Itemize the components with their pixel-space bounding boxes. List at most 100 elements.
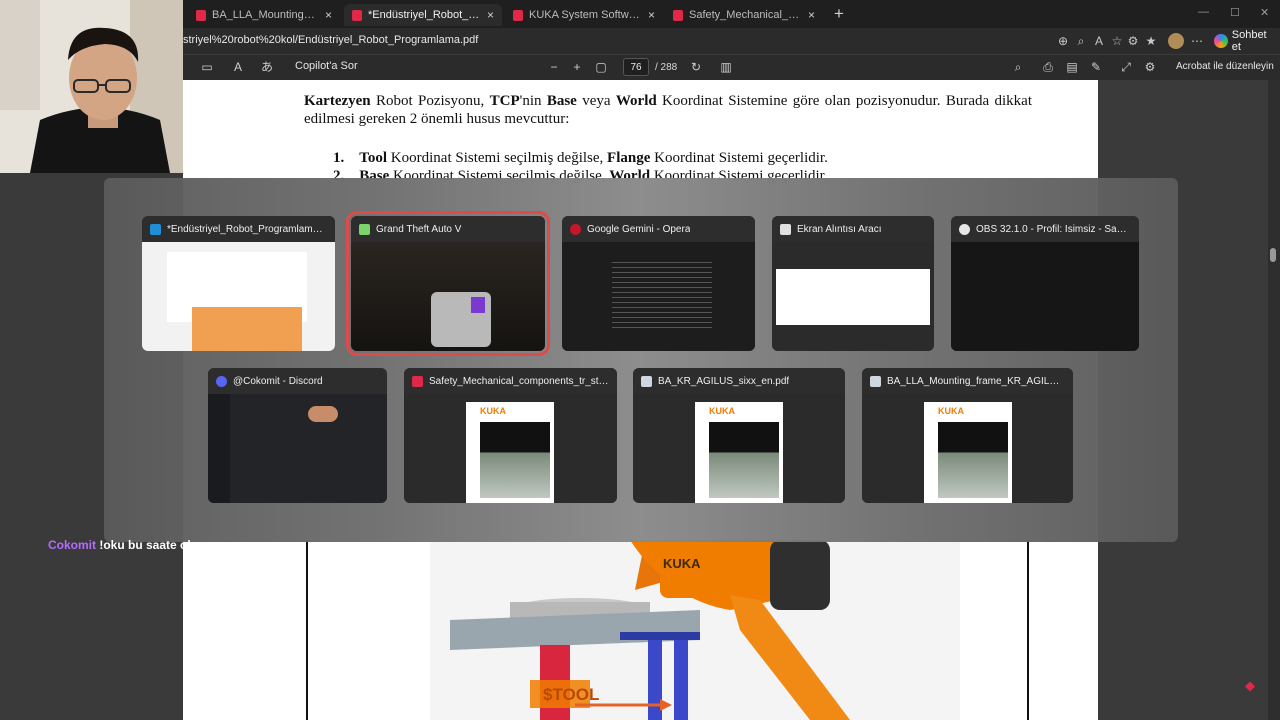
read-aloud-icon[interactable]: A [1090,32,1108,50]
read-aloud-icon[interactable]: A [229,58,247,76]
window-title: BA_KR_AGILUS_sixx_en.pdf [658,375,790,387]
window-thumbnail [772,242,934,351]
close-icon[interactable]: × [325,8,332,22]
chat-text: !oku bu saate olmaz [96,538,215,552]
zoom-in-icon[interactable]: + [568,58,586,76]
window-card-opera[interactable]: Google Gemini - Opera [562,216,755,351]
close-icon[interactable]: × [808,8,815,22]
close-icon[interactable]: × [648,8,655,22]
text-run: veya [576,93,616,109]
list-item: 1. Tool Koordinat Sistemi seçilmiş değil… [333,150,828,167]
copilot-button[interactable]: Sohbet et [1214,29,1278,53]
pdf-icon [673,9,683,21]
search-icon[interactable]: ⌕ [1009,58,1027,76]
close-icon[interactable]: × [487,8,494,22]
thumb-page: KUKA [466,402,554,503]
rotate-icon[interactable]: ↻ [687,58,705,76]
window-thumbnail [562,242,755,351]
thumb-page [776,269,930,325]
window-title: Grand Theft Auto V [376,223,462,235]
url-field[interactable]: striyel%20robot%20kol/Endüstriyel_Robot_… [183,34,478,46]
print-icon[interactable]: ⎙ [1039,58,1057,76]
ask-copilot-button[interactable]: Copilot'a Sor [295,60,358,72]
pdf-icon [412,375,423,387]
gta-icon [359,223,370,235]
tab-label: BA_LLA_Mounting_frame_KR_AGILUS [212,9,319,21]
zoom-icon[interactable]: ⌕ [1072,32,1090,50]
close-window-icon[interactable]: ✕ [1260,6,1269,19]
window-card-obs[interactable]: OBS 32.1.0 - Profil: İsimsiz - Sahneler:… [951,216,1139,351]
bold-term: Flange [607,150,651,166]
kuka-logo: KUKA [938,406,964,416]
page-total: / 288 [655,62,678,73]
text-run: Koordinat Sistemi geçerlidir. [650,150,828,166]
webcam-overlay [0,0,183,173]
window-card-header: Grand Theft Auto V [351,216,545,242]
more-icon[interactable]: ⋯ [1188,32,1206,50]
bold-term: Kartezyen [304,93,371,109]
edge-icon [150,223,161,235]
thumb-text [612,262,712,332]
window-card-snipping[interactable]: Ekran Alıntısı Aracı [772,216,934,351]
window-card-header: Google Gemini - Opera [562,216,755,242]
tab-ba-lla-mounting[interactable]: BA_LLA_Mounting_frame_KR_AGILUS × [188,4,340,26]
window-title: OBS 32.1.0 - Profil: İsimsiz - Sahneler:… [976,223,1131,235]
window-card-discord[interactable]: @Cokomit - Discord [208,368,387,503]
tab-label: *Endüstriyel_Robot_Programlama.p [368,9,481,21]
pdf-icon [641,375,652,387]
window-thumbnail: KUKA [862,394,1073,503]
edit-icon[interactable]: ✎ [1087,58,1105,76]
fit-page-icon[interactable]: ▢ [592,58,610,76]
translate-icon[interactable]: あ [258,58,276,76]
save-icon[interactable]: ▤ [1063,58,1081,76]
window-card-agilus-pdf[interactable]: BA_KR_AGILUS_sixx_en.pdf KUKA [633,368,845,503]
fullscreen-icon[interactable]: ⤢ [1117,58,1135,76]
avatar[interactable] [1168,33,1184,49]
acrobat-edit-button[interactable]: Acrobat ile düzenleyin [1176,61,1274,72]
kuka-robot-illustration: KUKA $TOOL [430,540,960,720]
minimize-icon[interactable]: — [1198,6,1209,18]
new-tab-button[interactable]: + [828,4,850,24]
window-title: BA_LLA_Mounting_frame_KR_AGILUS_fivve_si… [887,375,1065,387]
window-thumbnail [951,242,1139,351]
streamer-portrait [0,0,183,173]
zoom-out-icon[interactable]: − [545,58,563,76]
tab-label: Safety_Mechanical_components_tr [689,9,802,21]
chat-message: Cokomit !oku bu saate olmaz [48,538,214,552]
chat-username: Cokomit [48,538,96,552]
extensions-icon[interactable]: ⚙ [1124,32,1142,50]
maximize-icon[interactable]: ☐ [1230,6,1240,19]
copilot-icon [1214,34,1228,48]
window-card-header: Ekran Alıntısı Aracı [772,216,934,242]
favorites-icon[interactable]: ★ [1142,32,1160,50]
settings-icon[interactable]: ⚙ [1141,58,1159,76]
window-card-safety-pdf[interactable]: Safety_Mechanical_components_tr_standart… [404,368,617,503]
pdf-icon [870,375,881,387]
scrollbar[interactable] [1268,80,1280,720]
tab-endustriyel-robot[interactable]: *Endüstriyel_Robot_Programlama.p × [344,4,502,26]
page-number-input[interactable]: 76 [623,58,649,76]
translate-icon[interactable]: ⊕ [1054,32,1072,50]
window-title: @Cokomit - Discord [233,375,323,387]
window-thumbnail: KUKA [404,394,617,503]
tab-safety-mechanical[interactable]: Safety_Mechanical_components_tr × [665,4,823,26]
sidebar-icon[interactable]: ▭ [198,58,216,76]
scrollbar-thumb[interactable] [1270,248,1276,262]
window-card-gta[interactable]: Grand Theft Auto V [346,211,550,356]
tab-kuka-system-software[interactable]: KUKA System Software türkçe döküm × [505,4,663,26]
tool-label: $TOOL [543,685,599,704]
page-view-icon[interactable]: ▥ [717,58,735,76]
pdf-icon [352,9,362,21]
window-card-mounting-pdf[interactable]: BA_LLA_Mounting_frame_KR_AGILUS_fivve_si… [862,368,1073,503]
figure-brand: KUKA [663,556,701,571]
opera-icon [570,223,581,235]
text-run: Koordinat Sistemi seçilmiş değilse, [387,150,608,166]
window-card-edge[interactable]: *Endüstriyel_Robot_Programlama.pdf ve di… [142,216,335,351]
window-title: Safety_Mechanical_components_tr_standart… [429,375,609,387]
thumb-cover [480,422,550,498]
kuka-logo: KUKA [709,406,735,416]
tab-label: KUKA System Software türkçe döküm [529,9,642,21]
bold-term: World [615,93,657,109]
copilot-label: Sohbet et [1231,29,1267,53]
thumb-page: KUKA [695,402,783,503]
